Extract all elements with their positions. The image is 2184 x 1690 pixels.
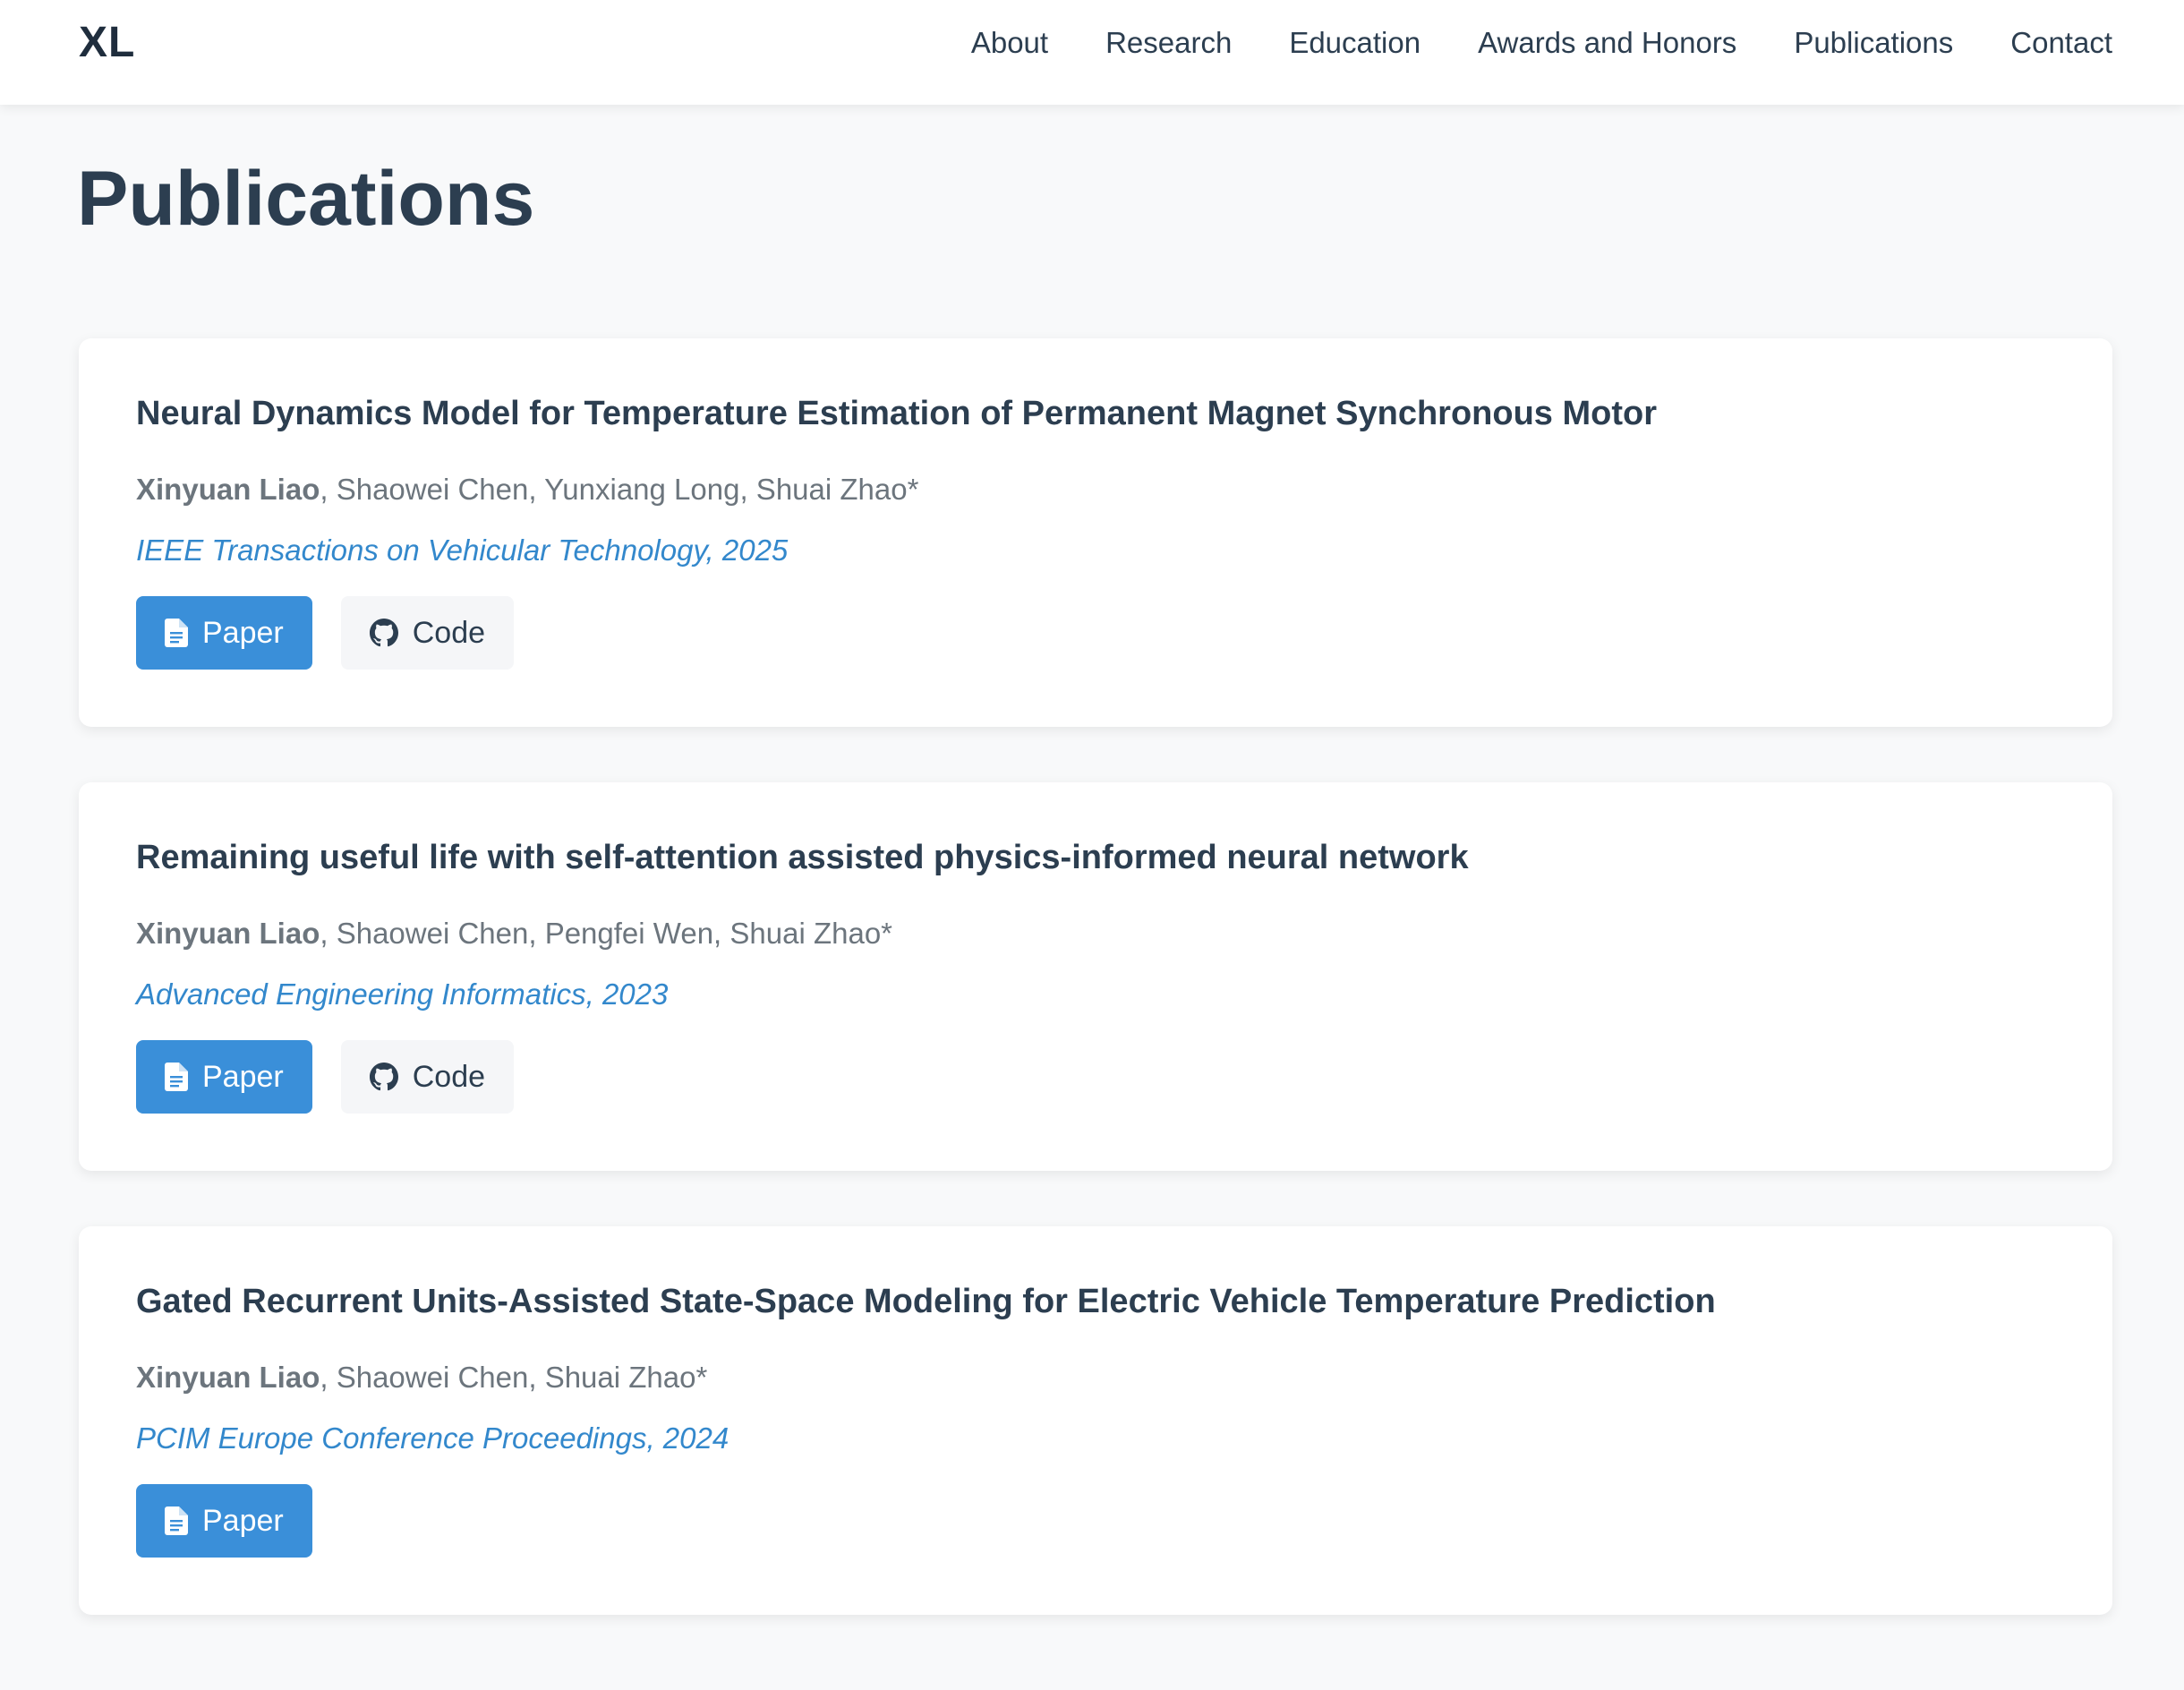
self-author: Xinyuan Liao xyxy=(136,1361,320,1394)
file-text-icon xyxy=(165,1063,188,1091)
paper-button-label: Paper xyxy=(202,1060,284,1094)
nav-link-about[interactable]: About xyxy=(971,25,1048,61)
publication-venue: PCIM Europe Conference Proceedings, 2024 xyxy=(136,1421,729,1455)
nav-link-education[interactable]: Education xyxy=(1289,25,1420,61)
nav-link-awards[interactable]: Awards and Honors xyxy=(1478,25,1736,61)
publication-actions: Paper Code xyxy=(136,596,2055,670)
nav-link-contact[interactable]: Contact xyxy=(2010,25,2112,61)
code-button[interactable]: Code xyxy=(340,596,515,670)
paper-button-label: Paper xyxy=(202,616,284,650)
publication-title: Neural Dynamics Model for Temperature Es… xyxy=(136,395,1658,432)
paper-button[interactable]: Paper xyxy=(136,596,312,670)
publication-card: Neural Dynamics Model for Temperature Es… xyxy=(79,338,2112,727)
paper-button[interactable]: Paper xyxy=(136,1040,312,1114)
file-text-icon xyxy=(165,619,188,647)
site-logo[interactable]: XL xyxy=(79,21,135,64)
paper-button[interactable]: Paper xyxy=(136,1484,312,1558)
publication-title: Remaining useful life with self-attentio… xyxy=(136,839,1469,876)
nav-link-publications[interactable]: Publications xyxy=(1794,25,1953,61)
co-authors: , Shaowei Chen, Yunxiang Long, Shuai Zha… xyxy=(320,473,919,506)
co-authors: , Shaowei Chen, Pengfei Wen, Shuai Zhao* xyxy=(320,917,893,950)
publication-venue: IEEE Transactions on Vehicular Technolog… xyxy=(136,533,789,567)
nav-link-research[interactable]: Research xyxy=(1105,25,1232,61)
self-author: Xinyuan Liao xyxy=(136,473,320,506)
publication-actions: Paper xyxy=(136,1484,2055,1558)
publication-venue: Advanced Engineering Informatics, 2023 xyxy=(136,977,669,1011)
code-button-label: Code xyxy=(412,616,486,650)
publication-title: Gated Recurrent Units-Assisted State-Spa… xyxy=(136,1283,1716,1320)
page-title: Publications xyxy=(77,156,535,242)
publication-authors: Xinyuan Liao, Shaowei Chen, Yunxiang Lon… xyxy=(136,471,2055,508)
publication-card: Gated Recurrent Units-Assisted State-Spa… xyxy=(79,1226,2112,1615)
file-text-icon xyxy=(165,1506,188,1535)
code-button-label: Code xyxy=(412,1060,486,1094)
nav-links: About Research Education Awards and Hono… xyxy=(971,25,2112,61)
github-icon xyxy=(369,1063,398,1091)
publication-actions: Paper Code xyxy=(136,1040,2055,1114)
top-navbar: XL About Research Education Awards and H… xyxy=(0,0,2184,105)
co-authors: , Shaowei Chen, Shuai Zhao* xyxy=(320,1361,708,1394)
publication-authors: Xinyuan Liao, Shaowei Chen, Pengfei Wen,… xyxy=(136,915,2055,952)
self-author: Xinyuan Liao xyxy=(136,917,320,950)
publication-authors: Xinyuan Liao, Shaowei Chen, Shuai Zhao* xyxy=(136,1359,2055,1396)
github-icon xyxy=(369,619,398,647)
paper-button-label: Paper xyxy=(202,1504,284,1538)
publication-list: Neural Dynamics Model for Temperature Es… xyxy=(79,338,2112,1670)
code-button[interactable]: Code xyxy=(340,1040,515,1114)
publication-card: Remaining useful life with self-attentio… xyxy=(79,782,2112,1171)
